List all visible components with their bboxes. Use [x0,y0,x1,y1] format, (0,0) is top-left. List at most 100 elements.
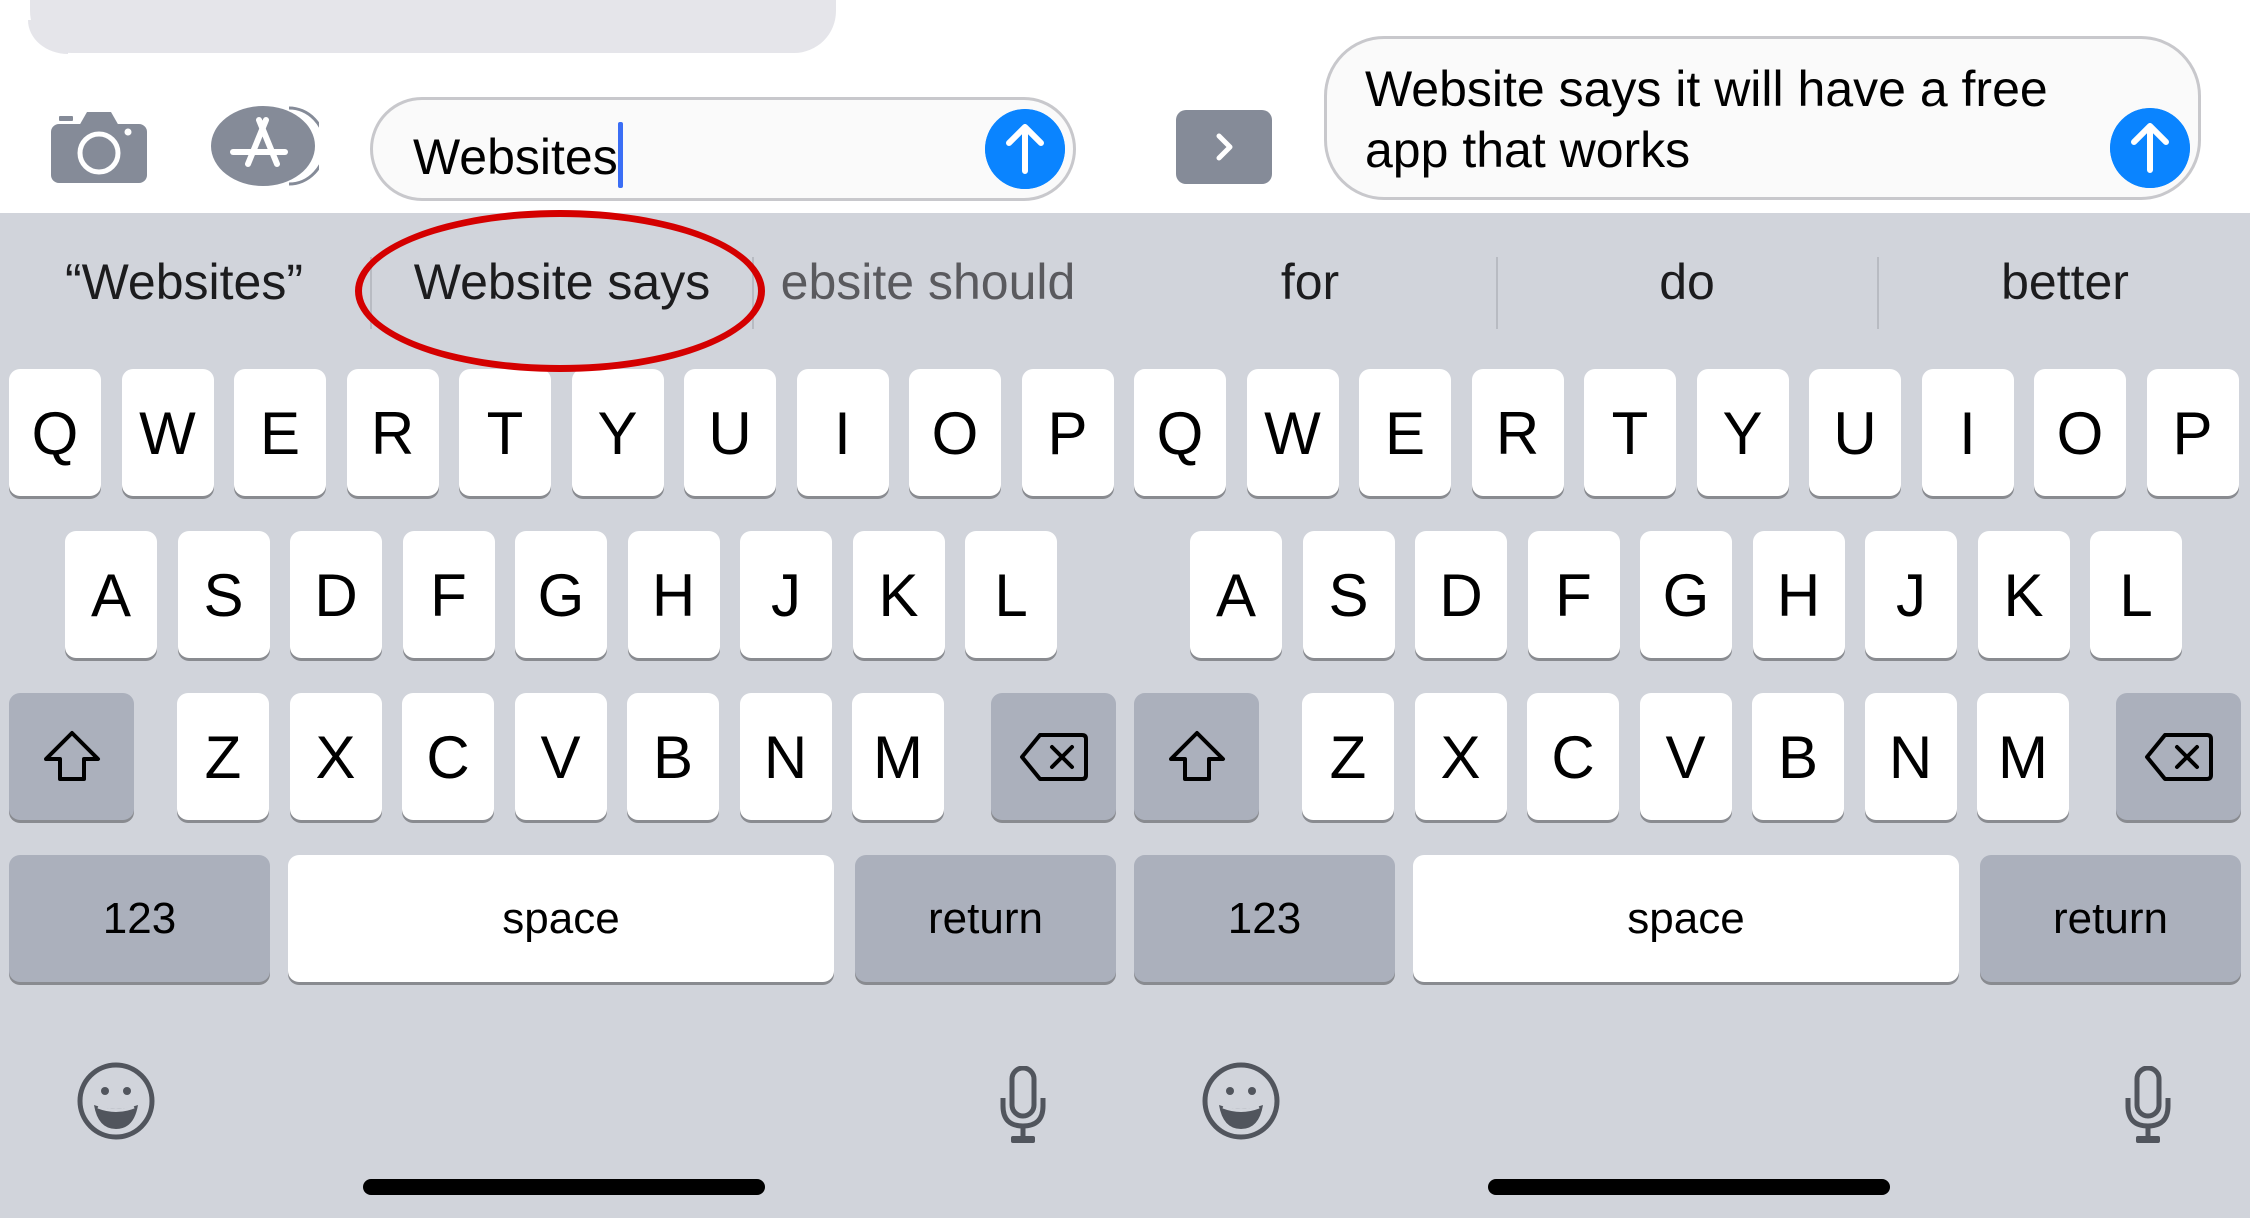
key-label: T [1611,400,1649,467]
key-label: C [426,724,470,791]
key-o[interactable]: O [2034,369,2126,496]
message-input[interactable]: Websites [370,97,1076,201]
expand-apps-button[interactable] [1176,110,1272,184]
key-label: K [878,562,919,629]
key-r[interactable]: R [1471,369,1564,496]
key-h[interactable]: H [627,531,720,658]
suggestion-item[interactable]: ebsite should [781,253,1076,311]
shift-icon [42,729,102,785]
emoji-icon[interactable] [76,1061,156,1146]
suggestion-item[interactable]: “Websites” [65,253,303,311]
key-a[interactable]: A [1190,531,1282,658]
app-store-icon[interactable] [211,106,319,186]
key-z[interactable]: Z [1302,693,1394,820]
key-y[interactable]: Y [571,369,664,496]
key-n[interactable]: N [739,693,832,820]
key-u[interactable]: U [684,369,776,496]
key-label: N [763,724,808,791]
key-y[interactable]: Y [1696,369,1789,496]
key-w[interactable]: W [121,369,214,496]
shift-key[interactable] [9,693,134,820]
key-u[interactable]: U [1809,369,1901,496]
suggestion-item[interactable]: do [1659,253,1715,311]
key-d[interactable]: D [1415,531,1507,658]
key-x[interactable]: X [1414,693,1507,820]
numbers-key[interactable]: 123 [1134,855,1395,982]
numbers-key[interactable]: 123 [9,855,270,982]
key-label: V [540,724,581,791]
key-z[interactable]: Z [177,693,269,820]
key-label: space [502,893,620,943]
key-i[interactable]: I [796,369,889,496]
key-k[interactable]: K [1977,531,2070,658]
delete-icon [2143,731,2215,783]
key-q[interactable]: Q [9,369,101,496]
key-s[interactable]: S [1302,531,1395,658]
key-x[interactable]: X [289,693,382,820]
key-h[interactable]: H [1752,531,1845,658]
key-label: Y [1722,400,1763,467]
key-t[interactable]: T [1584,369,1676,496]
space-key[interactable]: space [288,855,834,982]
return-key[interactable]: return [1980,855,2241,982]
key-label: B [652,724,694,791]
key-label: A [1215,562,1257,629]
suggestion-separator [1877,257,1879,329]
microphone-icon[interactable] [2124,1065,2172,1149]
key-w[interactable]: W [1246,369,1339,496]
send-button[interactable] [985,109,1065,189]
key-f[interactable]: F [402,531,495,658]
key-v[interactable]: V [514,693,607,820]
key-g[interactable]: G [1640,531,1732,658]
key-c[interactable]: C [402,693,494,820]
key-s[interactable]: S [177,531,270,658]
home-indicator[interactable] [1488,1179,1890,1195]
key-label: J [771,562,801,629]
keyboard: for do better QWE R T Y U I O P A S D F GH J K L Z X C V B NM… [1125,213,2250,1218]
key-v[interactable]: V [1639,693,1732,820]
delete-key[interactable] [991,693,1116,820]
key-d[interactable]: D [290,531,382,658]
key-q[interactable]: Q [1134,369,1226,496]
key-i[interactable]: I [1921,369,2014,496]
microphone-icon[interactable] [999,1065,1047,1149]
return-key[interactable]: return [855,855,1116,982]
key-r[interactable]: R [346,369,439,496]
chevron-right-icon [1216,133,1233,161]
key-label: H [651,562,696,629]
key-l[interactable]: L [965,531,1057,658]
key-p[interactable]: P [2146,369,2239,496]
key-e[interactable]: E [234,369,326,496]
key-f[interactable]: F [1527,531,1620,658]
home-indicator[interactable] [363,1179,765,1195]
key-o[interactable]: O [909,369,1001,496]
key-b[interactable]: B [1752,693,1844,820]
emoji-icon[interactable] [1201,1061,1281,1146]
key-g[interactable]: G [515,531,607,658]
key-m[interactable]: M [1977,693,2069,820]
delete-key[interactable] [2116,693,2241,820]
shift-key[interactable] [1134,693,1259,820]
space-key[interactable]: space [1413,855,1959,982]
key-t[interactable]: T [459,369,551,496]
send-button[interactable] [2110,108,2190,188]
key-label: space [1627,893,1745,943]
key-a[interactable]: A [65,531,157,658]
key-n[interactable]: N [1864,693,1957,820]
suggestion-item[interactable]: for [1281,253,1339,311]
key-j[interactable]: J [740,531,832,658]
key-b[interactable]: B [627,693,719,820]
key-c[interactable]: C [1527,693,1619,820]
key-p[interactable]: P [1021,369,1114,496]
key-j[interactable]: J [1865,531,1957,658]
key-k[interactable]: K [852,531,945,658]
key-label: Q [31,400,79,467]
suggestion-item[interactable]: better [2001,253,2129,311]
camera-icon[interactable] [51,110,147,183]
right-screen: Website says it will have a free app tha… [1125,0,2250,1218]
key-label: R [1495,400,1540,467]
key-m[interactable]: M [852,693,944,820]
message-input[interactable]: Website says it will have a free app tha… [1324,36,2201,200]
key-l[interactable]: L [2090,531,2182,658]
key-e[interactable]: E [1359,369,1451,496]
